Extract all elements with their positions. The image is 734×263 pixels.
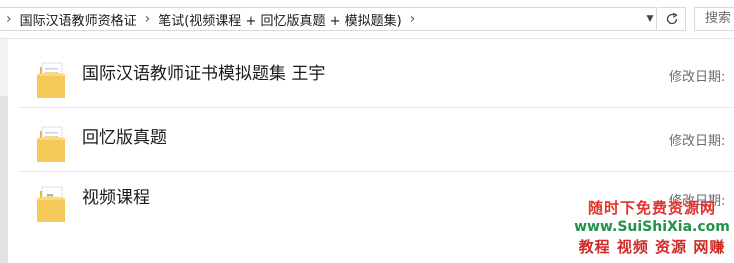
refresh-button[interactable] xyxy=(658,7,686,31)
folder-icon xyxy=(37,62,65,98)
chevron-right-icon[interactable]: › xyxy=(404,11,422,27)
chevron-right-icon[interactable]: › xyxy=(139,11,157,27)
chevron-down-icon[interactable]: ▼ xyxy=(642,7,658,31)
navigation-scrollbar[interactable] xyxy=(0,96,8,263)
search-input[interactable]: 搜索 xyxy=(694,7,734,31)
folder-icon xyxy=(37,126,65,162)
file-name[interactable]: 国际汉语教师证书模拟题集 王宇 xyxy=(82,59,325,84)
breadcrumb-item[interactable]: 笔试(视频课程 + 回忆版真题 + 模拟题集) xyxy=(156,10,403,29)
folder-icon xyxy=(37,186,65,222)
list-item[interactable]: 回忆版真题 修改日期: xyxy=(20,114,734,172)
list-item[interactable]: 国际汉语教师证书模拟题集 王宇 修改日期: xyxy=(20,50,734,108)
file-name[interactable]: 回忆版真题 xyxy=(82,123,167,148)
modified-date-label: 修改日期: xyxy=(669,70,726,85)
chevron-right-icon[interactable]: › xyxy=(0,11,18,27)
modified-date-label: 修改日期: xyxy=(669,134,726,149)
breadcrumb[interactable]: › 国际汉语教师资格证 › 笔试(视频课程 + 回忆版真题 + 模拟题集) › xyxy=(0,7,657,31)
row-divider xyxy=(20,107,734,108)
row-divider xyxy=(20,171,734,172)
list-item[interactable]: 视频课程 修改日期: xyxy=(20,174,734,232)
refresh-icon xyxy=(666,12,678,25)
file-name[interactable]: 视频课程 xyxy=(82,183,150,208)
address-bar: › 国际汉语教师资格证 › 笔试(视频课程 + 回忆版真题 + 模拟题集) › … xyxy=(0,0,734,39)
watermark-line: 教程 视频 资源 网赚 xyxy=(578,238,726,256)
breadcrumb-item[interactable]: 国际汉语教师资格证 xyxy=(18,10,139,29)
modified-date-label: 修改日期: xyxy=(669,194,726,209)
